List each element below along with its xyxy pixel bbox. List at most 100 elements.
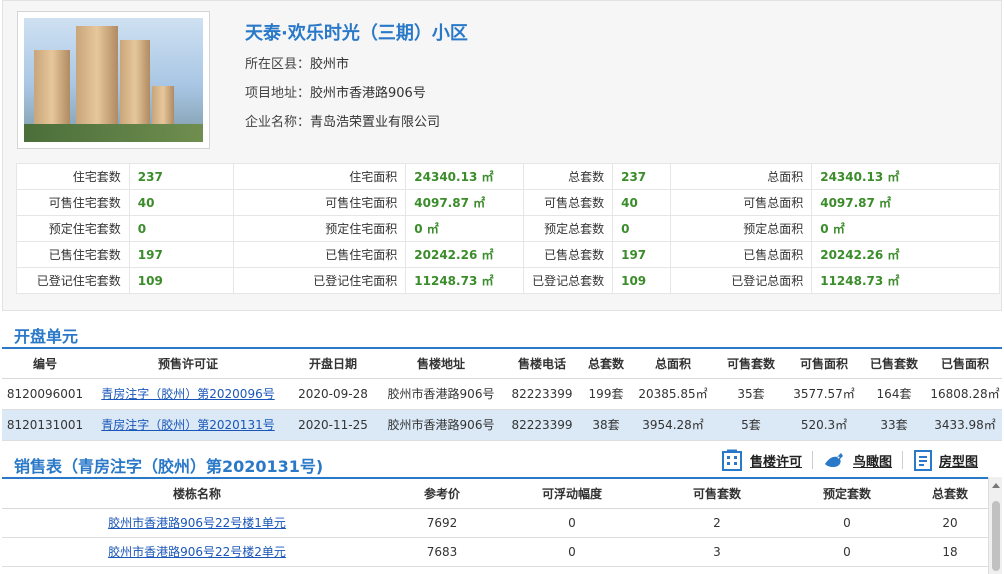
units-cell: 20385.85㎡ <box>632 378 714 410</box>
sales-toolbar: 售楼许可 鸟瞰图 房型图 <box>720 447 978 473</box>
sales-cell: 20 <box>912 508 988 538</box>
sales-scrollbar[interactable] <box>988 477 1002 574</box>
stat-label: 总套数 <box>523 163 614 190</box>
units-cell: 8120131001 <box>2 409 88 441</box>
stat-value: 0 ㎡ <box>811 215 1000 242</box>
stat-value: 4097.87 ㎡ <box>405 189 525 216</box>
units-column-header: 开盘日期 <box>288 347 378 379</box>
units-cell: 199套 <box>580 378 632 410</box>
aerial-view-link[interactable]: 鸟瞰图 <box>823 450 892 470</box>
floor-plan-label: 房型图 <box>939 454 979 470</box>
stat-label: 已售住宅面积 <box>232 241 407 268</box>
stat-label: 预定总套数 <box>523 215 614 242</box>
units-table-row[interactable]: 8120131001 青房注字（胶州）第2020131号 2020-11-25 胶州市… <box>2 409 1002 441</box>
units-table-row[interactable]: 8120096001 青房注字（胶州）第2020096号 2020-09-28 胶州市… <box>2 378 1002 410</box>
district-value: 胶州市 <box>310 57 350 72</box>
units-column-header: 可售面积 <box>788 347 860 379</box>
stat-label: 可售住宅套数 <box>16 189 130 216</box>
stats-table: 住宅套数 237 住宅面积 24340.13 ㎡总套数 237 总面积 24340.13 ㎡… <box>16 163 1000 294</box>
stat-value: 24340.13 ㎡ <box>811 163 1000 190</box>
units-cell: 38套 <box>580 409 632 441</box>
units-cell: 33套 <box>860 409 928 441</box>
stat-value: 11248.73 ㎡ <box>811 267 1000 294</box>
stat-label: 已售总套数 <box>523 241 614 268</box>
sales-column-header: 可浮动幅度 <box>492 477 652 509</box>
sales-cell: 0 <box>492 508 652 538</box>
stat-label: 住宅面积 <box>232 163 407 190</box>
stat-value: 4097.87 ㎡ <box>811 189 1000 216</box>
units-column-header: 总面积 <box>632 347 714 379</box>
sale-permit-link[interactable]: 售楼许可 <box>720 449 802 471</box>
stats-row: 已登记住宅套数 109 已登记住宅面积 11248.73 ㎡已登记总套数 109 已登记总… <box>16 267 1000 294</box>
units-column-header: 预售许可证 <box>88 347 288 379</box>
units-column-header: 售楼地址 <box>378 347 504 379</box>
document-icon <box>913 449 933 471</box>
units-cell: 胶州市香港路906号 <box>378 378 504 410</box>
company-row: 企业名称：青岛浩荣置业有限公司 <box>245 111 440 130</box>
stat-value: 197 <box>612 241 672 268</box>
stat-value: 11248.73 ㎡ <box>405 267 525 294</box>
stat-label: 可售总套数 <box>523 189 614 216</box>
sales-section-title: 销售表（青房注字（胶州）第2020131号) <box>14 457 324 476</box>
sales-table-row: 胶州市香港路906号22号楼1单元 7692 0 2 0 20 <box>2 508 988 538</box>
scroll-thumb[interactable] <box>992 501 1000 571</box>
stat-value: 40 <box>612 189 672 216</box>
units-cell: 82223399 <box>504 409 580 441</box>
stat-value: 20242.26 ㎡ <box>811 241 1000 268</box>
aerial-view-label: 鸟瞰图 <box>853 454 893 470</box>
stat-label: 可售总面积 <box>670 189 813 216</box>
stat-label: 预定住宅套数 <box>16 215 130 242</box>
units-cell: 164套 <box>860 378 928 410</box>
stats-row: 可售住宅套数 40 可售住宅面积 4097.87 ㎡可售总套数 40 可售总面积 4097.… <box>16 189 1000 216</box>
units-column-header: 售楼电话 <box>504 347 580 379</box>
building-unit-link[interactable]: 胶州市香港路906号22号楼1单元 <box>108 516 286 530</box>
stat-value: 237 <box>128 163 234 190</box>
units-cell: 520.3㎡ <box>788 409 860 441</box>
units-column-header: 编号 <box>2 347 88 379</box>
presale-permit-link[interactable]: 青房注字（胶州）第2020131号 <box>101 418 274 432</box>
company-label: 企业名称： <box>245 115 311 130</box>
district-row: 所在区县：胶州市 <box>245 53 349 72</box>
project-photo[interactable] <box>24 18 203 142</box>
stat-value: 109 <box>128 267 234 294</box>
district-label: 所在区县： <box>245 57 311 72</box>
stat-value: 197 <box>128 241 234 268</box>
address-value: 胶州市香港路906号 <box>310 86 426 101</box>
sales-column-header: 楼栋名称 <box>2 477 392 509</box>
sales-cell: 2 <box>652 508 782 538</box>
address-label: 项目地址： <box>245 86 311 101</box>
units-cell: 2020-09-28 <box>288 378 378 410</box>
sales-cell: 胶州市香港路906号22号楼2单元 <box>2 537 392 567</box>
stat-label: 已登记住宅套数 <box>16 267 130 294</box>
stat-label: 总面积 <box>670 163 813 190</box>
sales-column-header: 预定套数 <box>782 477 912 509</box>
building-icon <box>720 449 744 471</box>
scroll-up-arrow-icon[interactable] <box>992 483 1000 488</box>
units-column-header: 总套数 <box>580 347 632 379</box>
company-value: 青岛浩荣置业有限公司 <box>310 115 441 130</box>
address-row: 项目地址：胶州市香港路906号 <box>245 82 426 101</box>
building-unit-link[interactable]: 胶州市香港路906号22号楼2单元 <box>108 545 286 559</box>
floor-plan-link[interactable]: 房型图 <box>913 449 978 471</box>
stats-row: 预定住宅套数 0 预定住宅面积 0 ㎡预定总套数 0 预定总面积 0 ㎡ <box>16 215 1000 242</box>
units-cell: 青房注字（胶州）第2020131号 <box>88 409 288 441</box>
stat-label: 已登记住宅面积 <box>232 267 407 294</box>
units-section-title: 开盘单元 <box>14 327 79 346</box>
sales-cell: 3 <box>652 537 782 567</box>
stat-label: 已售总面积 <box>670 241 813 268</box>
sales-cell: 7683 <box>392 537 492 567</box>
stats-row: 已售住宅套数 197 已售住宅面积 20242.26 ㎡已售总套数 197 已售总面积 20… <box>16 241 1000 268</box>
stat-value: 109 <box>612 267 672 294</box>
sales-column-header: 总套数 <box>912 477 988 509</box>
units-column-header: 可售套数 <box>714 347 788 379</box>
stat-label: 预定总面积 <box>670 215 813 242</box>
units-column-header: 已售面积 <box>928 347 1002 379</box>
stat-value: 24340.13 ㎡ <box>405 163 525 190</box>
presale-permit-link[interactable]: 青房注字（胶州）第2020096号 <box>101 387 274 401</box>
units-cell: 3577.57㎡ <box>788 378 860 410</box>
sale-permit-label: 售楼许可 <box>750 454 803 470</box>
stat-label: 住宅套数 <box>16 163 130 190</box>
sales-table: 楼栋名称 参考价 可浮动幅度 可售套数 预定套数 总套数 胶州市香港路906号22号楼1单… <box>2 477 988 567</box>
stat-value: 40 <box>128 189 234 216</box>
sales-column-header: 可售套数 <box>652 477 782 509</box>
